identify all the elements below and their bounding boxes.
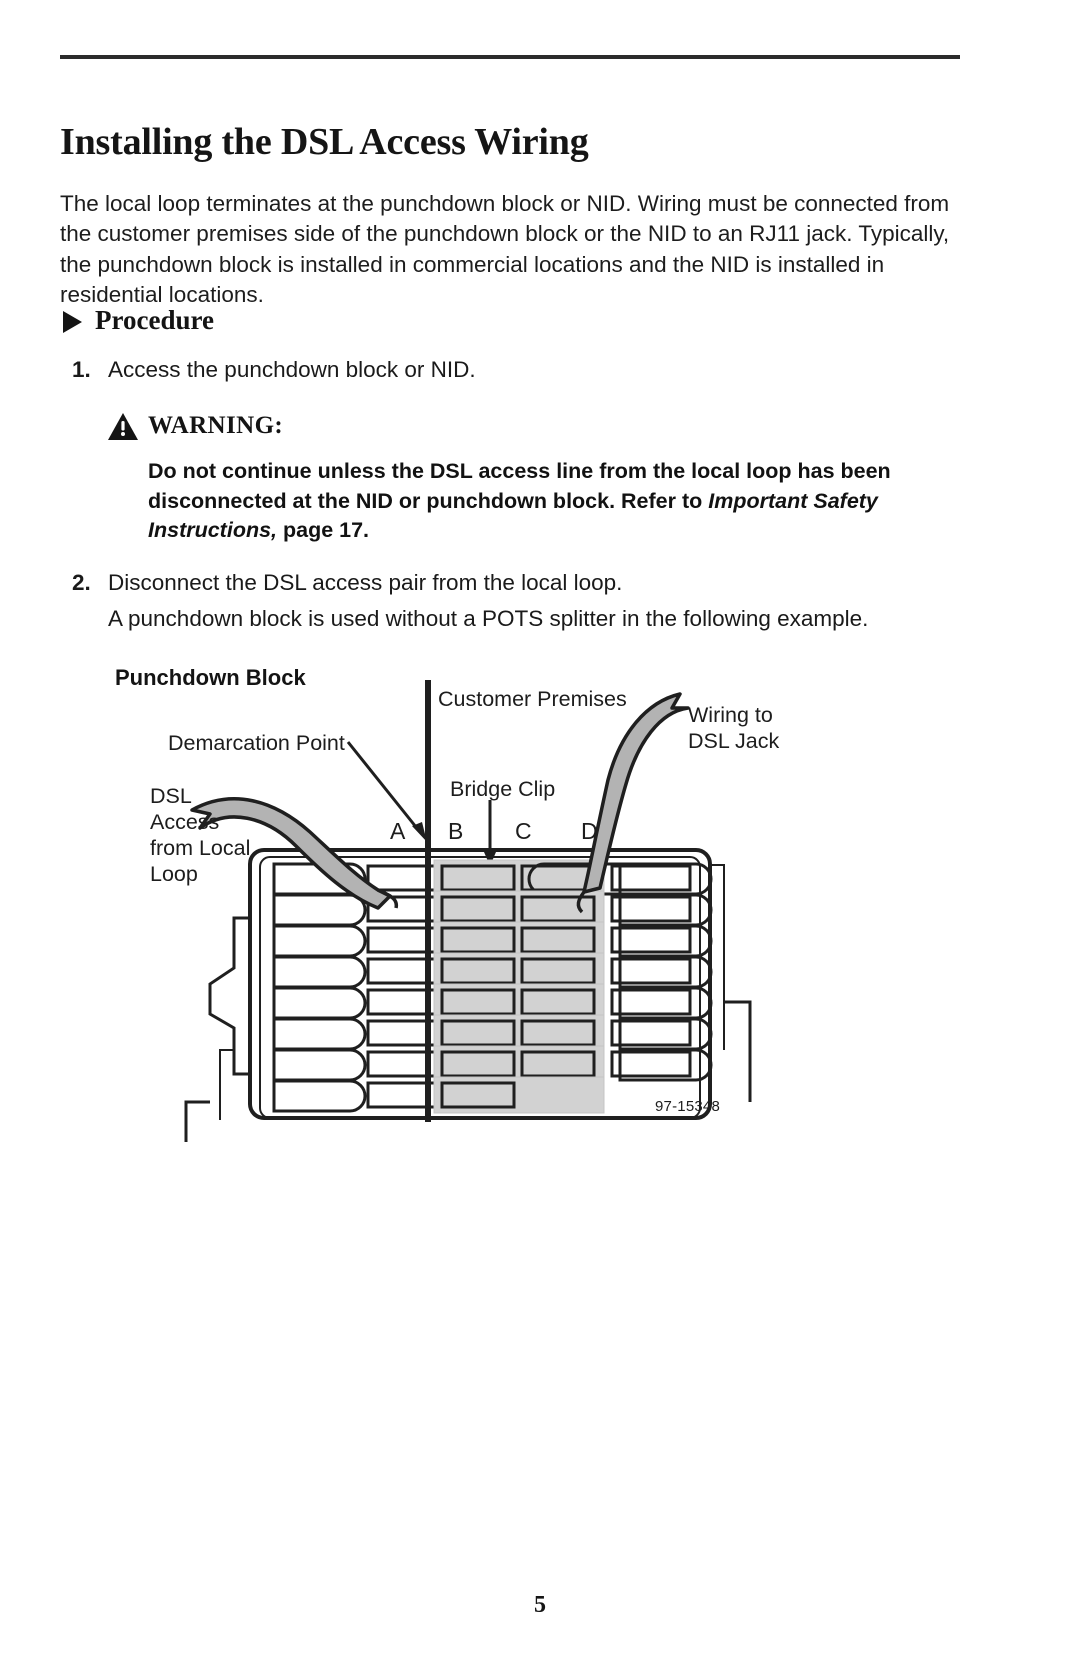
intro-paragraph: The local loop terminates at the punchdo… xyxy=(60,190,950,308)
page-number: 5 xyxy=(534,1592,546,1618)
procedure-step-1: 1. Access the punchdown block or NID. xyxy=(72,355,952,385)
warning-heading: WARNING: xyxy=(108,412,283,440)
page-title: Installing the DSL Access Wiring xyxy=(60,121,589,164)
terminal-row-partial xyxy=(272,1076,605,1114)
label-dsl-access-from-local-loop: DSL Access from Local Loop xyxy=(150,784,251,886)
terminal-rows xyxy=(272,859,713,1114)
punchdown-block-diagram: .ol{stroke:#1f1f1f;fill:none;} .thick{st… xyxy=(184,680,752,1142)
warning-text: Do not continue unless the DSL access li… xyxy=(148,457,958,546)
step-text: Access the punchdown block or NID. xyxy=(108,357,476,382)
warning-label: WARNING: xyxy=(148,412,284,439)
procedure-step-2: 2. Disconnect the DSL access pair from t… xyxy=(72,568,952,598)
dsl-jack-cable xyxy=(576,692,690,914)
column-label-d: D xyxy=(581,818,598,844)
column-label-c: C xyxy=(515,818,532,844)
procedure-step-2-note: A punchdown block is used without a POTS… xyxy=(108,606,869,631)
triangle-right-icon xyxy=(63,310,82,333)
document-page: Installing the DSL Access Wiring The loc… xyxy=(0,0,1080,1669)
column-label-b: B xyxy=(448,818,464,844)
label-bridge-clip: Bridge Clip xyxy=(450,777,556,801)
step-number: 1. xyxy=(72,357,91,382)
left-mounting-bracket xyxy=(184,916,250,1142)
demarcation-point-leader xyxy=(346,741,427,842)
warning-text-part2: page 17. xyxy=(277,518,370,542)
step-text: Disconnect the DSL access pair from the … xyxy=(108,570,623,595)
punchdown-block-figure: Punchdown Block .ol{stroke:#1f1f1f;fill:… xyxy=(60,650,980,1150)
procedure-heading-label: Procedure xyxy=(95,305,214,335)
warning-triangle-icon xyxy=(108,412,138,440)
right-mounting-bracket xyxy=(710,864,752,1102)
procedure-heading: Procedure xyxy=(63,305,214,336)
figure-id: 97-15348 xyxy=(655,1098,720,1115)
label-wiring-to-dsl-jack: Wiring to DSL Jack xyxy=(688,703,780,753)
step-number: 2. xyxy=(72,570,91,595)
label-customer-premises: Customer Premises xyxy=(438,687,627,711)
column-label-a: A xyxy=(390,818,406,844)
header-rule xyxy=(60,55,960,59)
label-demarcation-point: Demarcation Point xyxy=(168,731,345,755)
